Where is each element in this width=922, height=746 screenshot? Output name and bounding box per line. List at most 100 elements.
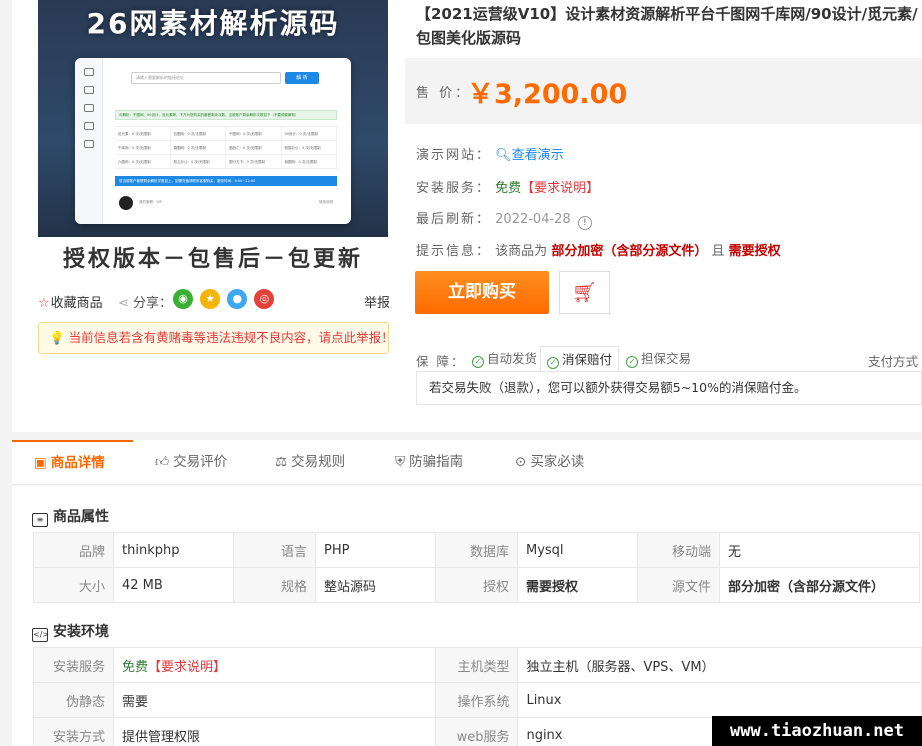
attrs-section-title: ≡ 商品属性 <box>32 506 109 527</box>
refresh-date: 2022-04-28 <box>495 212 571 227</box>
mock-info-bar: 您当前账户套餐剩余解析次数如上，如需充值请联系客服购买，服务时间：9:00~22… <box>115 176 337 186</box>
mock-grid: 觅元素：0 次/无限制 包图网：0 次/无限制 千图网：0 次/无限制 90设计… <box>115 126 337 170</box>
env-value: 免费【要求说明】 <box>112 647 437 683</box>
share-row: ☆收藏商品 ⋖ 分享： ◉ ★ ● ◎ 举报 <box>38 288 390 314</box>
report-warning[interactable]: 💡 当前信息若含有黄赌毒等违法违规不良内容，请点此举报！ <box>38 322 394 354</box>
attr-label: 移动端 <box>637 532 720 568</box>
tab-anti-fraud[interactable]: ⛨ 防骗指南 <box>395 440 463 485</box>
attr-label: 品牌 <box>33 532 114 568</box>
env-section-title: </> 安装环境 <box>32 621 109 642</box>
guarantee-compensation[interactable]: ✓ 消保赔付 <box>540 346 620 372</box>
tab-product-details[interactable]: ▣ 商品详情 <box>12 440 133 485</box>
tip-label: 提示信息： <box>416 244 492 259</box>
add-to-cart-button[interactable]: 🛒︎ <box>559 271 610 314</box>
table-row: 伪静态 需要 操作系统 Linux <box>33 682 922 718</box>
tab-rules[interactable]: ⚖ 交易规则 <box>275 440 345 485</box>
product-title: 【2021运营级V10】设计素材资源解析平台千图网千库网/90设计/觅元素/包图… <box>416 5 918 47</box>
install-free: 免费 <box>495 181 522 196</box>
share-icon: ⋖ <box>118 296 129 311</box>
price-label: 售 价： <box>416 86 472 101</box>
hero-title: 26网素材解析源码 <box>86 7 340 40</box>
mock-cell: 包图网：0 次/无限制 <box>170 127 226 141</box>
env-label: web服务 <box>435 717 519 746</box>
weibo-icon[interactable]: ◎ <box>254 289 275 309</box>
attr-value: 需要授权 <box>517 567 638 603</box>
tip-row: 提示信息： 该商品为 部分加密（含部分源文件） 且 需要授权 <box>416 240 781 259</box>
table-row: 安装服务 免费【要求说明】 主机类型 独立主机（服务器、VPS、VM） <box>33 647 922 683</box>
env-label: 操作系统 <box>435 682 519 718</box>
attr-value: 42 MB <box>113 567 234 603</box>
tab-label: 商品详情 <box>50 455 105 471</box>
env-install-free: 免费 <box>121 659 148 675</box>
product-image[interactable]: 26网素材解析源码 请输入需要解析的链接地址 解 析 可解析：千图网、90设计、… <box>38 0 388 276</box>
attr-value: 无 <box>719 532 920 568</box>
mock-footer-left: 我的套餐：VIP <box>139 200 163 204</box>
env-value: 需要 <box>112 682 437 718</box>
attr-value: 部分加密（含部分源文件） <box>719 567 920 603</box>
price-box: 售 价： ￥3,200.00 <box>405 58 922 124</box>
mock-cell: 摄图网：0 次/无限制 <box>170 141 226 155</box>
demo-link[interactable]: 🔍︎查看演示 <box>495 148 564 163</box>
favorite-button[interactable]: ☆收藏商品 <box>38 292 103 311</box>
qzone-icon[interactable]: ★ <box>200 289 221 309</box>
mock-notice: 可解析：千图网、90设计、觅元素等，下方为您购买的套餐剩余次数，当前账户剩余解析… <box>115 110 337 120</box>
info-icon: ⊙ <box>515 454 527 470</box>
attr-value: Mysql <box>517 532 638 568</box>
tip-auth: 需要授权 <box>728 244 781 259</box>
tab-label: 交易规则 <box>291 454 346 470</box>
screenshot-mockup: 请输入需要解析的链接地址 解 析 可解析：千图网、90设计、觅元素等，下方为您购… <box>75 58 351 224</box>
attr-value: PHP <box>315 532 436 568</box>
buy-now-button[interactable]: 立即购买 <box>415 271 549 314</box>
mock-cell: 千图网：0 次/无限制 <box>226 127 282 141</box>
guarantee-item-label: 担保交易 <box>641 351 692 366</box>
lightbulb-icon: 💡 <box>49 330 65 345</box>
share-icons: ◉ ★ ● ◎ <box>173 289 277 309</box>
tab-label: 交易评价 <box>173 454 228 470</box>
hero-subtitle: 授权版本－包售后－包更新 <box>62 247 363 272</box>
env-label: 安装服务 <box>33 647 114 683</box>
attr-label: 授权 <box>435 567 518 603</box>
install-requirements-link[interactable]: 【要求说明】 <box>521 181 599 196</box>
mock-footer: 我的套餐：VIP 使用说明 <box>115 194 337 214</box>
env-label: 安装方式 <box>33 717 114 746</box>
mock-avatar <box>119 196 133 210</box>
tip-and: 且 <box>711 244 725 259</box>
product-icon: ▣ <box>34 455 47 471</box>
list-icon: ≡ <box>32 513 48 527</box>
demo-row: 演示网站： 🔍︎查看演示 <box>416 144 564 163</box>
mock-cell: 我图网：0 次/无限制 <box>281 155 337 169</box>
table-row: 品牌 thinkphp 语言 PHP 数据库 Mysql 移动端 无 <box>33 532 920 568</box>
refresh-label: 最后刷新： <box>416 212 492 227</box>
env-install-req-link[interactable]: 【要求说明】 <box>148 660 226 675</box>
guarantee-auto-delivery[interactable]: ✓ 自动发货 <box>466 346 543 372</box>
attr-label: 源文件 <box>637 567 720 603</box>
favorite-label: 收藏商品 <box>50 296 103 311</box>
qq-icon[interactable]: ● <box>227 289 248 309</box>
site-watermark: www.tiaozhuan.net <box>712 716 922 746</box>
report-link[interactable]: 举报 <box>364 292 390 311</box>
warning-text: 当前信息若含有黄赌毒等违法违规不良内容，请点此举报！ <box>68 330 394 345</box>
guarantee-escrow[interactable]: ✓ 担保交易 <box>620 346 697 372</box>
payment-methods-link[interactable]: 支付方式 <box>868 351 918 370</box>
mock-cell: 六图网：0 次/无限制 <box>115 155 171 169</box>
tab-buyer-guide[interactable]: ⊙ 买家必读 <box>515 440 584 485</box>
mock-footer-right: 使用说明 <box>319 200 333 204</box>
mock-cell: 千库网：0 次/无限制 <box>115 141 171 155</box>
tab-reviews[interactable]: 👍︎ 交易评价 <box>155 440 227 485</box>
install-label: 安装服务： <box>416 181 492 196</box>
tab-label: 防骗指南 <box>409 454 464 470</box>
attr-label: 规格 <box>233 567 316 603</box>
attrs-title-text: 商品属性 <box>53 509 109 525</box>
guarantee-item-label: 自动发货 <box>487 351 538 366</box>
attr-label: 大小 <box>33 567 114 603</box>
scales-icon: ⚖ <box>275 454 288 470</box>
check-icon: ✓ <box>472 356 484 368</box>
mock-cell: 90设计：0 次/无限制 <box>281 127 337 141</box>
mock-search-input: 请输入需要解析的链接地址 <box>131 72 281 84</box>
wechat-icon[interactable]: ◉ <box>173 289 193 309</box>
install-row: 安装服务： 免费【要求说明】 <box>416 177 599 196</box>
attrs-table: 品牌 thinkphp 语言 PHP 数据库 Mysql 移动端 无 大小 42… <box>33 532 920 603</box>
clock-icon[interactable]: ! <box>577 216 592 230</box>
demo-label: 演示网站： <box>416 148 492 163</box>
env-label: 主机类型 <box>435 647 519 683</box>
